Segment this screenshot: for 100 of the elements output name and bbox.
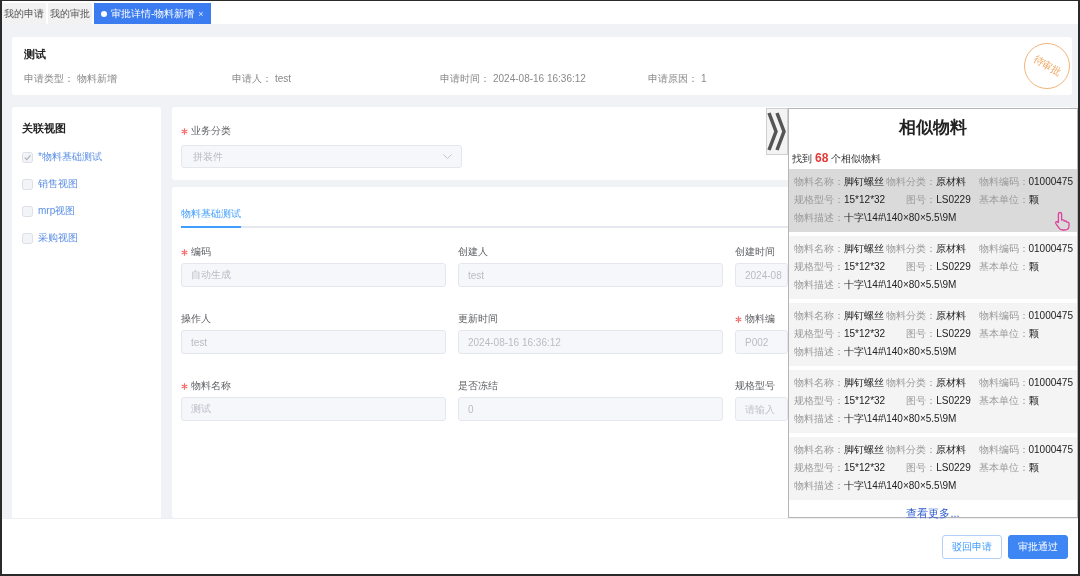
item-value: 15*12*32 [844,393,886,407]
checkbox[interactable] [22,232,33,244]
item-value: 脚钉螺丝 [844,442,884,456]
item-label: 物料名称： [794,174,844,188]
item-value: 01000475 [1028,174,1073,188]
checkbox[interactable] [22,205,33,217]
item-label: 规格型号： [794,326,844,340]
item-label: 物料名称： [794,241,844,255]
item-label: 物料编码： [978,442,1029,456]
field-label: 业务分类 [191,124,231,138]
double-chevron-icon[interactable] [766,108,788,155]
item-value: 01000475 [1028,375,1073,389]
item-label: 规格型号： [794,460,844,474]
item-label: 物料描述： [794,344,844,358]
item-value: 脚钉螺丝 [844,308,884,322]
item-value: 颗 [1028,393,1039,407]
item-value: 15*12*32 [844,460,886,474]
checkbox[interactable] [22,151,33,163]
item-value: 十字\14#\140×80×5.5\9M [844,344,957,358]
item-label: 物料编码： [978,375,1029,389]
field-label: 更新时间 [458,312,498,326]
item-value: 十字\14#\140×80×5.5\9M [844,411,957,425]
item-value: 原材料 [936,375,967,389]
checkbox[interactable] [22,178,33,190]
checkbox-item[interactable]: 采购视图 [22,231,78,245]
item-value: 原材料 [936,174,967,188]
field-label: 物料编 [745,312,775,326]
item-label: 基本单位： [978,460,1029,474]
item-value: 01000475 [1028,241,1073,255]
tab[interactable]: 审批详情-物料新增 × [94,3,211,24]
result-card[interactable]: 物料名称：脚钉螺丝 物料分类：原材料 物料编码：01000475 规格型号：15*12*32 图号：LS0229 基本单位：颗 物料描述：十字\14#\140×80×5.5\9M [789,303,1077,366]
primary-button[interactable]: 审批通过 [1008,534,1068,559]
checkbox-item[interactable]: 销售视图 [22,177,78,191]
item-label: 基本单位： [978,259,1029,273]
hand-pointer-icon [1053,211,1071,231]
field-label: 创建时间 [735,245,775,259]
tab[interactable]: 我的审批 [48,3,92,24]
item-label: 物料编码： [978,241,1029,255]
checkbox-item[interactable]: mrp视图 [22,204,76,218]
item-value: 原材料 [936,442,967,456]
item-label: 图号： [906,460,937,474]
field-label: 是否冻结 [458,379,498,393]
item-label: 规格型号： [794,259,844,273]
item-value: 颗 [1028,326,1039,340]
close-button[interactable]: × [198,8,204,19]
info-value: 物料新增 [77,71,117,86]
result-count-text: 找到 68 个相似物料 [792,150,882,167]
tab[interactable]: 我的申请 [2,3,46,24]
field-label: 规格型号 [735,379,775,393]
item-value: 颗 [1028,259,1039,273]
chevron-down-icon [443,154,452,159]
item-value: 15*12*32 [844,192,886,206]
item-label: 物料分类： [886,308,937,322]
item-value: 01000475 [1028,308,1073,322]
item-label: 物料分类： [886,241,937,255]
sidebar-title: 关联视图 [22,121,66,135]
item-label: 物料名称： [794,442,844,456]
item-value: 原材料 [936,241,967,255]
item-label: 物料分类： [886,375,937,389]
item-value: LS0229 [936,192,971,206]
item-label: 物料描述： [794,478,844,492]
result-card[interactable]: 物料名称：脚钉螺丝 物料分类：原材料 物料编码：01000475 规格型号：15*12*32 图号：LS0229 基本单位：颗 物料描述：十字\14#\140×80×5.5\9M [789,236,1077,299]
result-card[interactable]: 物料名称：脚钉螺丝 物料分类：原材料 物料编码：01000475 规格型号：15*12*32 图号：LS0229 基本单位：颗 物料描述：十字\14#\140×80×5.5\9M [789,370,1077,433]
item-label: 图号： [906,393,937,407]
item-value: 十字\14#\140×80×5.5\9M [844,277,957,291]
dot-icon [101,10,107,17]
field-label: 操作人 [181,312,211,326]
item-label: 物料分类： [886,442,937,456]
item-label: 物料描述： [794,277,844,291]
item-label: 基本单位： [978,393,1029,407]
item-value: 十字\14#\140×80×5.5\9M [844,478,957,492]
item-value: 01000475 [1028,442,1073,456]
field-label: 物料名称 [191,379,231,393]
item-value: 颗 [1028,192,1039,206]
info-label: 申请原因： [648,71,698,86]
info-value: test [275,71,292,86]
result-card[interactable]: 物料名称：脚钉螺丝 物料分类：原材料 物料编码：01000475 规格型号：15*12*32 图号：LS0229 基本单位：颗 物料描述：十字\14#\140×80×5.5\9M [789,437,1077,500]
item-value: 原材料 [936,308,967,322]
item-label: 规格型号： [794,393,844,407]
checkbox-item[interactable]: *物料基础测试 [22,150,102,164]
info-label: 申请时间： [440,71,490,86]
item-value: LS0229 [936,259,971,273]
page-title: 测试 [24,46,46,61]
panel-title: 相似物料 [899,117,967,139]
item-value: 脚钉螺丝 [844,375,884,389]
item-label: 图号： [906,326,937,340]
info-value: 2024-08-16 16:36:12 [493,71,586,86]
item-label: 图号： [906,259,937,273]
field-label: 编码 [191,245,211,259]
info-value: 1 [701,71,707,86]
view-more-link[interactable]: 查看更多... [906,506,960,520]
item-label: 物料名称： [794,375,844,389]
item-label: 物料编码： [978,308,1029,322]
secondary-button[interactable]: 驳回申请 [942,534,1002,559]
info-label: 申请人： [232,71,272,86]
item-value: 15*12*32 [844,326,886,340]
item-value: 脚钉螺丝 [844,241,884,255]
item-value: LS0229 [936,393,971,407]
item-label: 物料名称： [794,308,844,322]
item-value: 脚钉螺丝 [844,174,884,188]
